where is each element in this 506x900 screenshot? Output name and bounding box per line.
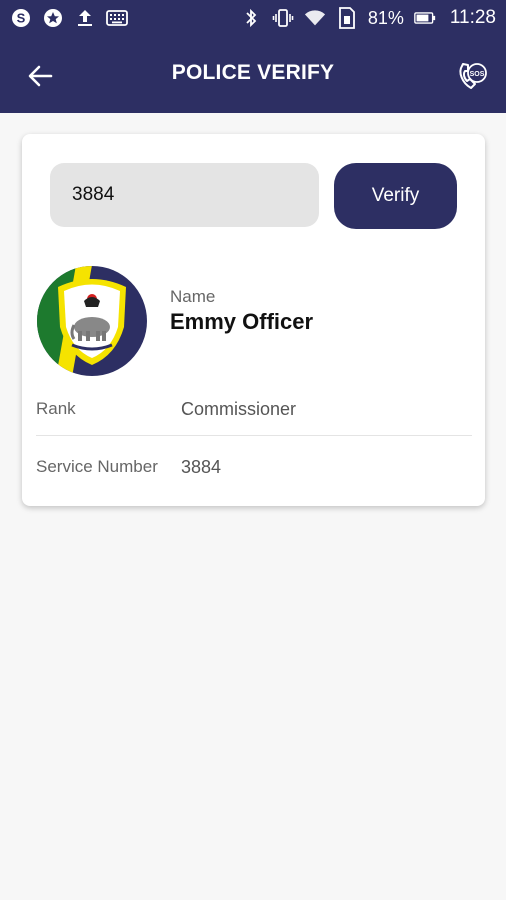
divider — [36, 435, 472, 436]
police-badge — [36, 265, 148, 377]
battery-percent: 81% — [367, 7, 404, 28]
sim-icon — [336, 7, 358, 29]
service-number-label: Service Number — [36, 457, 158, 476]
sos-phone-icon: SOS — [459, 63, 487, 89]
service-number-value: 3884 — [181, 457, 222, 477]
verify-button[interactable]: Verify — [334, 163, 457, 229]
verify-card: Verify Name Emmy Officer Rank Co — [22, 134, 485, 506]
vibrate-icon — [272, 7, 294, 29]
rank-label: Rank — [36, 399, 76, 418]
wifi-icon — [304, 7, 326, 29]
keyboard-icon — [106, 7, 128, 29]
skype-icon: S — [10, 7, 32, 29]
name-label: Name — [170, 287, 216, 306]
svg-text:S: S — [17, 11, 26, 26]
battery-icon — [414, 7, 436, 29]
page-title: POLICE VERIFY — [171, 61, 335, 84]
star-badge-icon — [42, 7, 64, 29]
clock: 11:28 — [449, 7, 496, 28]
upload-icon — [74, 7, 96, 29]
sos-label: SOS — [470, 71, 485, 78]
sos-button[interactable]: SOS — [454, 56, 492, 94]
officer-name: Emmy Officer — [170, 309, 314, 334]
rank-value: Commissioner — [181, 399, 297, 419]
bluetooth-icon — [240, 7, 262, 29]
service-number-input[interactable] — [50, 163, 319, 227]
status-bar: S 81% 11:28 — [0, 0, 506, 36]
app-bar: POLICE VERIFY SOS — [0, 36, 506, 113]
